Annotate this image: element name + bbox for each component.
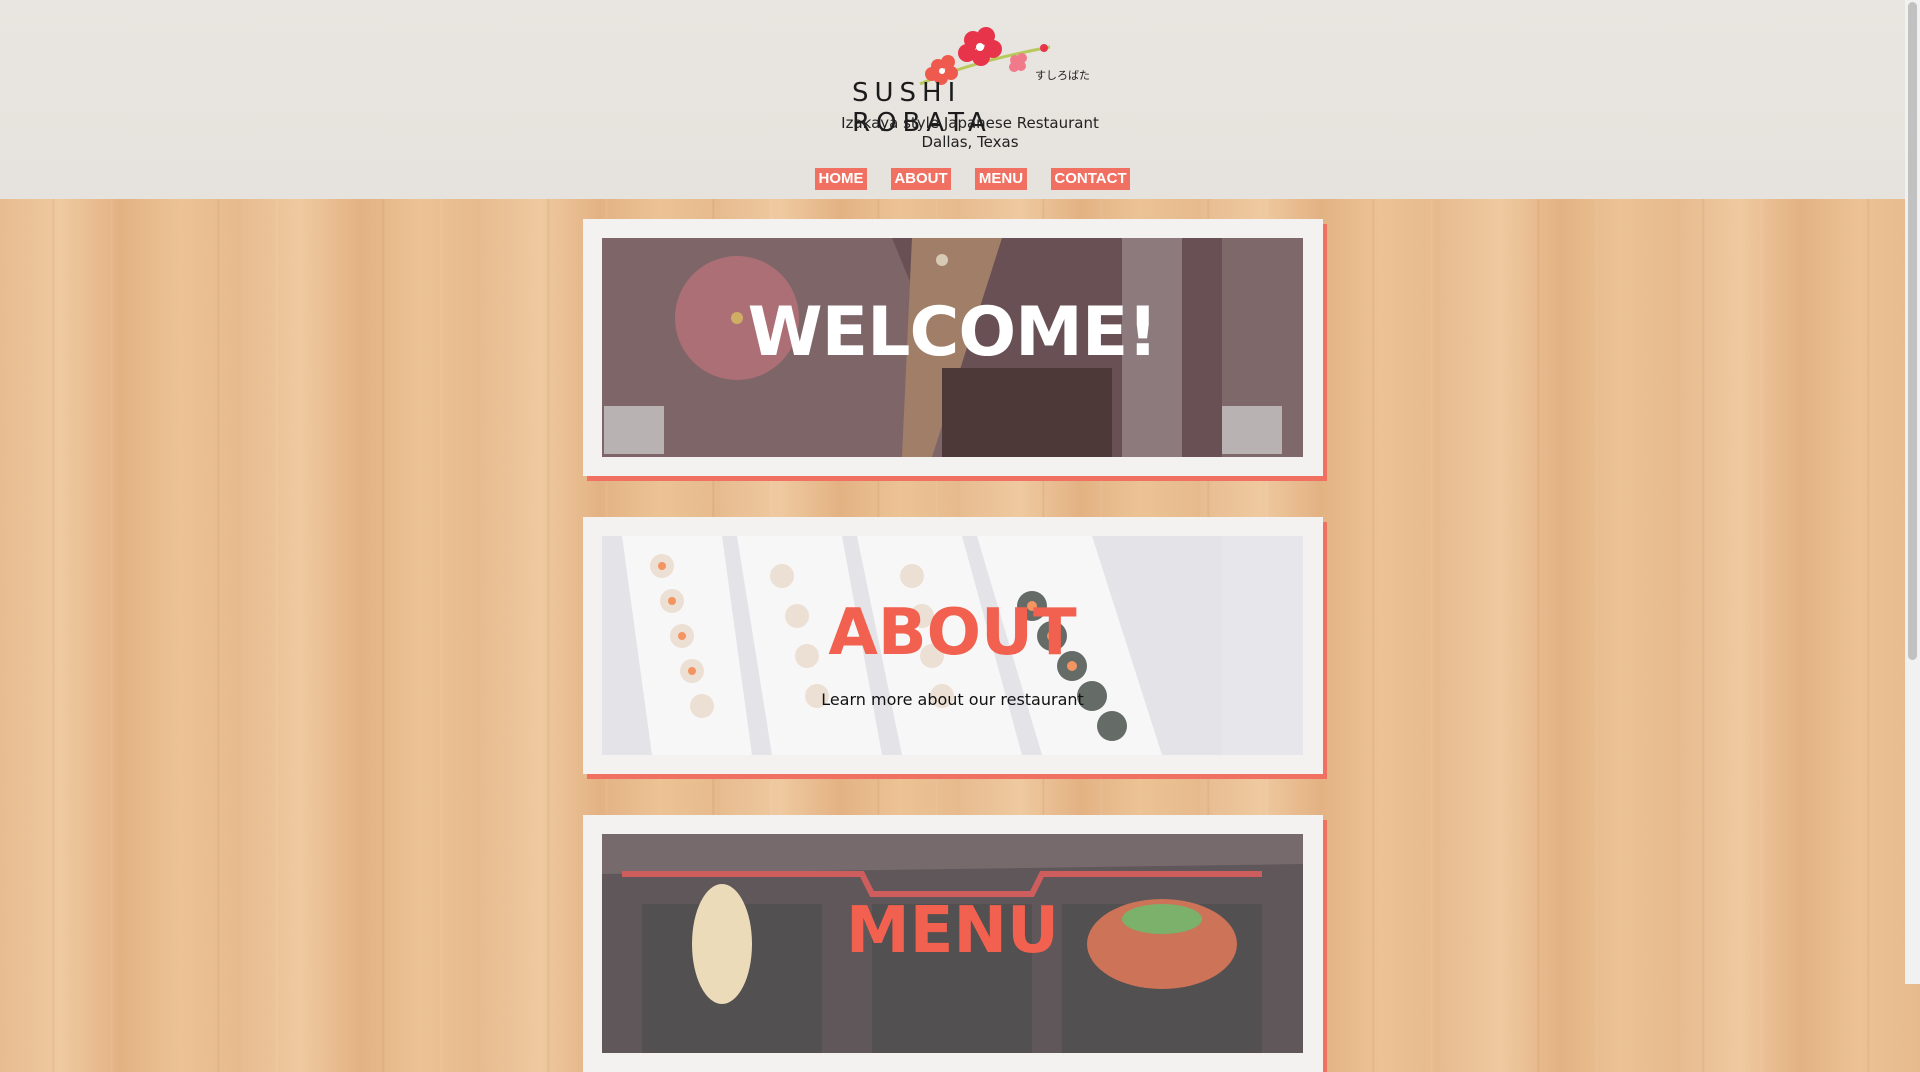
welcome-image: WELCOME! [602, 238, 1303, 457]
about-subtitle: Learn more about our restaurant [821, 690, 1084, 709]
nav-contact[interactable]: CONTACT [1051, 168, 1130, 190]
tagline-line-1: Izakaya style Japanese Restaurant [841, 114, 1099, 132]
welcome-title: WELCOME! [747, 293, 1159, 372]
scrollbar-thumb[interactable] [1908, 2, 1917, 660]
nav-home[interactable]: HOME [815, 168, 867, 190]
menu-image: MENU [602, 834, 1303, 1053]
about-card[interactable]: ABOUT Learn more about our restaurant [583, 517, 1323, 774]
brand-kana: すしろばた [1035, 69, 1090, 82]
site-header: SUSHI ROBATA すしろばた Izakaya style Japanes… [0, 0, 1905, 199]
about-image: ABOUT Learn more about our restaurant [602, 536, 1303, 755]
page-scrollbar[interactable] [1905, 0, 1920, 984]
menu-card[interactable]: MENU [583, 815, 1323, 1072]
tagline-line-2: Dallas, Texas [921, 133, 1019, 151]
tagline: Izakaya style Japanese Restaurant Dallas… [800, 114, 1140, 152]
nav-menu[interactable]: MENU [975, 168, 1027, 190]
main-nav: HOME ABOUT MENU CONTACT [0, 168, 1905, 190]
about-title: ABOUT [828, 596, 1077, 670]
menu-title: MENU [846, 894, 1059, 968]
nav-about[interactable]: ABOUT [891, 168, 951, 190]
welcome-card[interactable]: WELCOME! [583, 219, 1323, 476]
